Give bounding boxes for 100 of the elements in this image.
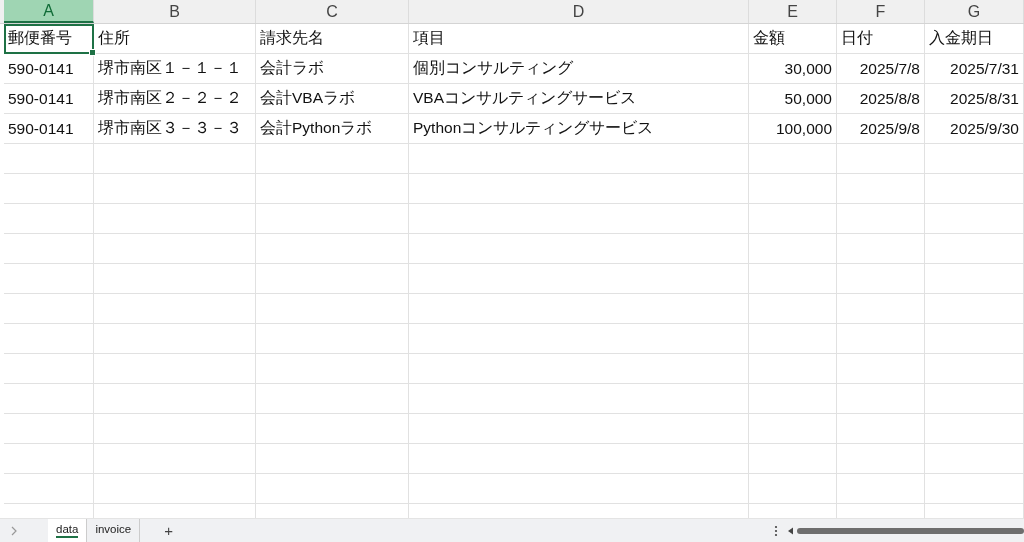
empty-cell[interactable]	[749, 234, 837, 264]
table-cell[interactable]: VBAコンサルティングサービス	[409, 84, 749, 114]
empty-cell[interactable]	[4, 144, 94, 174]
empty-cell[interactable]	[925, 294, 1024, 324]
empty-cell[interactable]	[925, 324, 1024, 354]
empty-cell[interactable]	[749, 444, 837, 474]
column-header[interactable]: D	[409, 0, 749, 23]
empty-cell[interactable]	[749, 414, 837, 444]
empty-cell[interactable]	[925, 444, 1024, 474]
empty-cell[interactable]	[837, 144, 925, 174]
empty-cell[interactable]	[256, 264, 409, 294]
empty-cell[interactable]	[409, 264, 749, 294]
empty-cell[interactable]	[925, 264, 1024, 294]
empty-cell[interactable]	[4, 414, 94, 444]
table-cell[interactable]: 会計Pythonラボ	[256, 114, 409, 144]
empty-cell[interactable]	[749, 354, 837, 384]
column-header[interactable]: F	[837, 0, 925, 23]
empty-cell[interactable]	[256, 414, 409, 444]
empty-cell[interactable]	[256, 324, 409, 354]
empty-cell[interactable]	[749, 144, 837, 174]
empty-cell[interactable]	[837, 354, 925, 384]
empty-cell[interactable]	[409, 294, 749, 324]
table-cell[interactable]: 堺市南区２－２－２	[94, 84, 256, 114]
empty-cell[interactable]	[409, 234, 749, 264]
empty-cell[interactable]	[94, 414, 256, 444]
empty-cell[interactable]	[925, 204, 1024, 234]
empty-cell[interactable]	[925, 144, 1024, 174]
empty-cell[interactable]	[925, 474, 1024, 504]
empty-cell[interactable]	[749, 474, 837, 504]
empty-cell[interactable]	[749, 294, 837, 324]
table-cell[interactable]: 郵便番号	[4, 24, 94, 54]
table-cell[interactable]: 請求先名	[256, 24, 409, 54]
empty-cell[interactable]	[4, 174, 94, 204]
table-cell[interactable]: 2025/7/31	[925, 54, 1024, 84]
table-cell[interactable]: 会計ラボ	[256, 54, 409, 84]
empty-cell[interactable]	[925, 354, 1024, 384]
table-cell[interactable]: 2025/8/31	[925, 84, 1024, 114]
empty-cell[interactable]	[837, 174, 925, 204]
empty-cell[interactable]	[409, 444, 749, 474]
table-cell[interactable]: 2025/9/30	[925, 114, 1024, 144]
table-cell[interactable]: 金額	[749, 24, 837, 54]
table-cell[interactable]: 個別コンサルティング	[409, 54, 749, 84]
empty-cell[interactable]	[256, 384, 409, 414]
chevron-right-icon[interactable]	[10, 525, 18, 536]
table-cell[interactable]: 100,000	[749, 114, 837, 144]
empty-cell[interactable]	[749, 384, 837, 414]
empty-cell[interactable]	[409, 354, 749, 384]
empty-cell[interactable]	[837, 264, 925, 294]
empty-cell[interactable]	[409, 144, 749, 174]
empty-cell[interactable]	[409, 174, 749, 204]
more-icon[interactable]	[774, 524, 778, 537]
column-header[interactable]: A	[4, 0, 94, 23]
add-sheet-button[interactable]: +	[164, 522, 173, 539]
empty-cell[interactable]	[749, 324, 837, 354]
empty-cell[interactable]	[837, 474, 925, 504]
empty-cell[interactable]	[925, 414, 1024, 444]
empty-cell[interactable]	[409, 474, 749, 504]
empty-cell[interactable]	[94, 174, 256, 204]
empty-cell[interactable]	[4, 384, 94, 414]
empty-cell[interactable]	[94, 474, 256, 504]
empty-cell[interactable]	[409, 384, 749, 414]
empty-cell[interactable]	[837, 384, 925, 414]
empty-cell[interactable]	[837, 444, 925, 474]
sheet-tab[interactable]: invoice	[87, 519, 141, 542]
table-cell[interactable]: 2025/8/8	[837, 84, 925, 114]
table-cell[interactable]: 590-0141	[4, 84, 94, 114]
empty-cell[interactable]	[409, 414, 749, 444]
table-cell[interactable]: 30,000	[749, 54, 837, 84]
empty-cell[interactable]	[4, 324, 94, 354]
empty-cell[interactable]	[256, 204, 409, 234]
empty-cell[interactable]	[837, 414, 925, 444]
empty-cell[interactable]	[4, 294, 94, 324]
table-cell[interactable]: 590-0141	[4, 54, 94, 84]
table-cell[interactable]: 590-0141	[4, 114, 94, 144]
empty-cell[interactable]	[409, 204, 749, 234]
empty-cell[interactable]	[94, 204, 256, 234]
table-cell[interactable]: 項目	[409, 24, 749, 54]
table-cell[interactable]: 2025/7/8	[837, 54, 925, 84]
column-header[interactable]: G	[925, 0, 1024, 23]
table-cell[interactable]: 会計VBAラボ	[256, 84, 409, 114]
empty-cell[interactable]	[749, 174, 837, 204]
empty-cell[interactable]	[256, 234, 409, 264]
table-cell[interactable]: Pythonコンサルティングサービス	[409, 114, 749, 144]
empty-cell[interactable]	[94, 324, 256, 354]
empty-cell[interactable]	[256, 444, 409, 474]
empty-cell[interactable]	[4, 444, 94, 474]
empty-cell[interactable]	[94, 294, 256, 324]
empty-cell[interactable]	[94, 354, 256, 384]
empty-cell[interactable]	[94, 234, 256, 264]
table-cell[interactable]: 堺市南区３－３－３	[94, 114, 256, 144]
empty-cell[interactable]	[94, 264, 256, 294]
empty-cell[interactable]	[837, 234, 925, 264]
empty-cell[interactable]	[4, 234, 94, 264]
table-cell[interactable]: 日付	[837, 24, 925, 54]
empty-cell[interactable]	[4, 474, 94, 504]
empty-cell[interactable]	[256, 144, 409, 174]
sheet-tab[interactable]: data	[48, 519, 88, 542]
empty-cell[interactable]	[749, 204, 837, 234]
empty-cell[interactable]	[94, 444, 256, 474]
empty-cell[interactable]	[256, 294, 409, 324]
